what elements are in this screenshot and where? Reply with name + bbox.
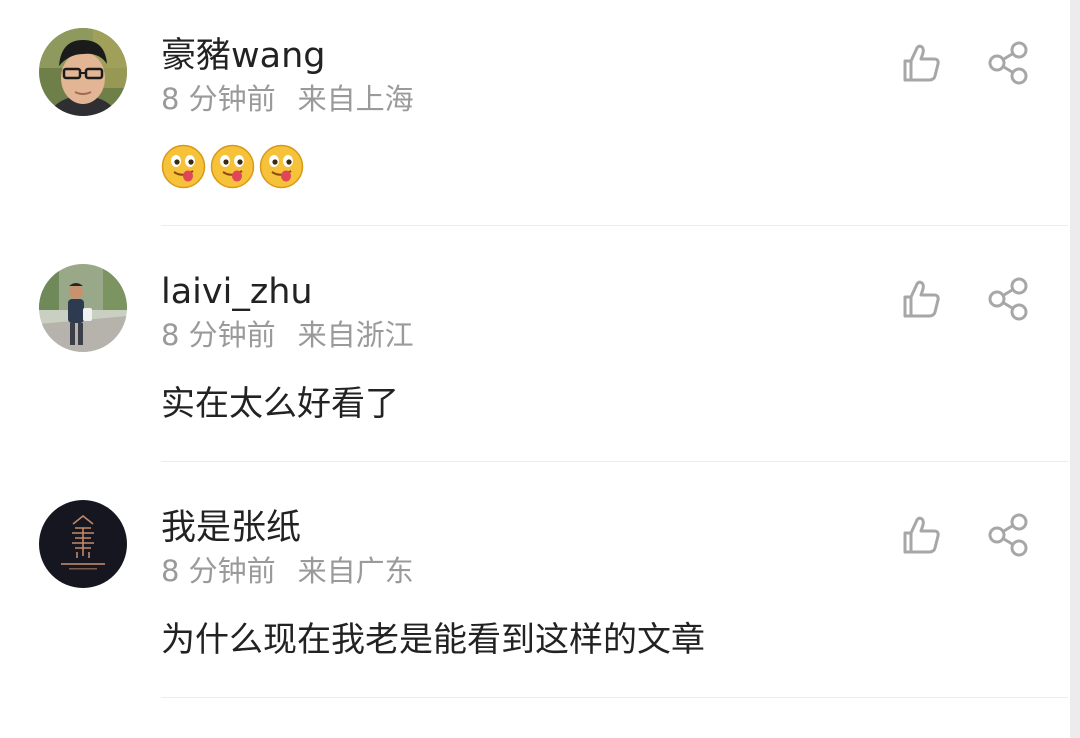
comment-meta: 8 分钟前 来自广东 — [161, 552, 414, 590]
comment-time: 8 分钟前 — [161, 554, 276, 588]
comment-text: 实在太么好看了 — [161, 384, 399, 424]
comment-emoji-row — [161, 144, 304, 192]
comment-time: 8 分钟前 — [161, 82, 276, 116]
share-button[interactable] — [985, 276, 1031, 322]
share-icon — [988, 41, 1028, 85]
username[interactable]: 我是张纸 — [161, 506, 301, 550]
share-button[interactable] — [985, 512, 1031, 558]
tongue-out-emoji — [259, 144, 304, 189]
scrollbar-track[interactable] — [1070, 0, 1080, 738]
thumbs-up-icon — [903, 44, 940, 82]
avatar[interactable] — [39, 264, 127, 352]
comment-divider — [161, 461, 1068, 462]
comment-item: laivi_zhu 8 分钟前 来自浙江 实在太么好看了 — [0, 236, 1068, 462]
comment-divider — [161, 697, 1068, 698]
comment-location: 来自浙江 — [297, 318, 414, 352]
avatar[interactable] — [39, 28, 127, 116]
comment-list-page: 豪豬wang 8 分钟前 来自上海 laivi_zhu 8 分钟前 来自浙江 实… — [0, 0, 1080, 738]
comment-meta: 8 分钟前 来自上海 — [161, 80, 414, 118]
tongue-out-emoji — [161, 144, 206, 189]
comment-location: 来自广东 — [297, 554, 414, 588]
comment-meta: 8 分钟前 来自浙江 — [161, 316, 414, 354]
thumbs-up-icon — [903, 280, 940, 318]
like-button[interactable] — [898, 40, 944, 86]
share-icon — [988, 277, 1028, 321]
avatar[interactable] — [39, 500, 127, 588]
share-button[interactable] — [985, 40, 1031, 86]
comment-divider — [161, 225, 1068, 226]
comment-text: 为什么现在我老是能看到这样的文章 — [161, 620, 705, 660]
comment-item: 我是张纸 8 分钟前 来自广东 为什么现在我老是能看到这样的文章 — [0, 472, 1068, 698]
avatar-image — [39, 500, 127, 588]
username[interactable]: 豪豬wang — [161, 34, 325, 78]
comment-item: 豪豬wang 8 分钟前 来自上海 — [0, 0, 1068, 226]
avatar-image — [39, 28, 127, 116]
thumbs-up-icon — [903, 516, 940, 554]
username[interactable]: laivi_zhu — [161, 270, 313, 314]
like-button[interactable] — [898, 276, 944, 322]
avatar-image — [39, 264, 127, 352]
like-button[interactable] — [898, 512, 944, 558]
share-icon — [988, 513, 1028, 557]
comment-location: 来自上海 — [297, 82, 414, 116]
comment-time: 8 分钟前 — [161, 318, 276, 352]
tongue-out-emoji — [210, 144, 255, 189]
